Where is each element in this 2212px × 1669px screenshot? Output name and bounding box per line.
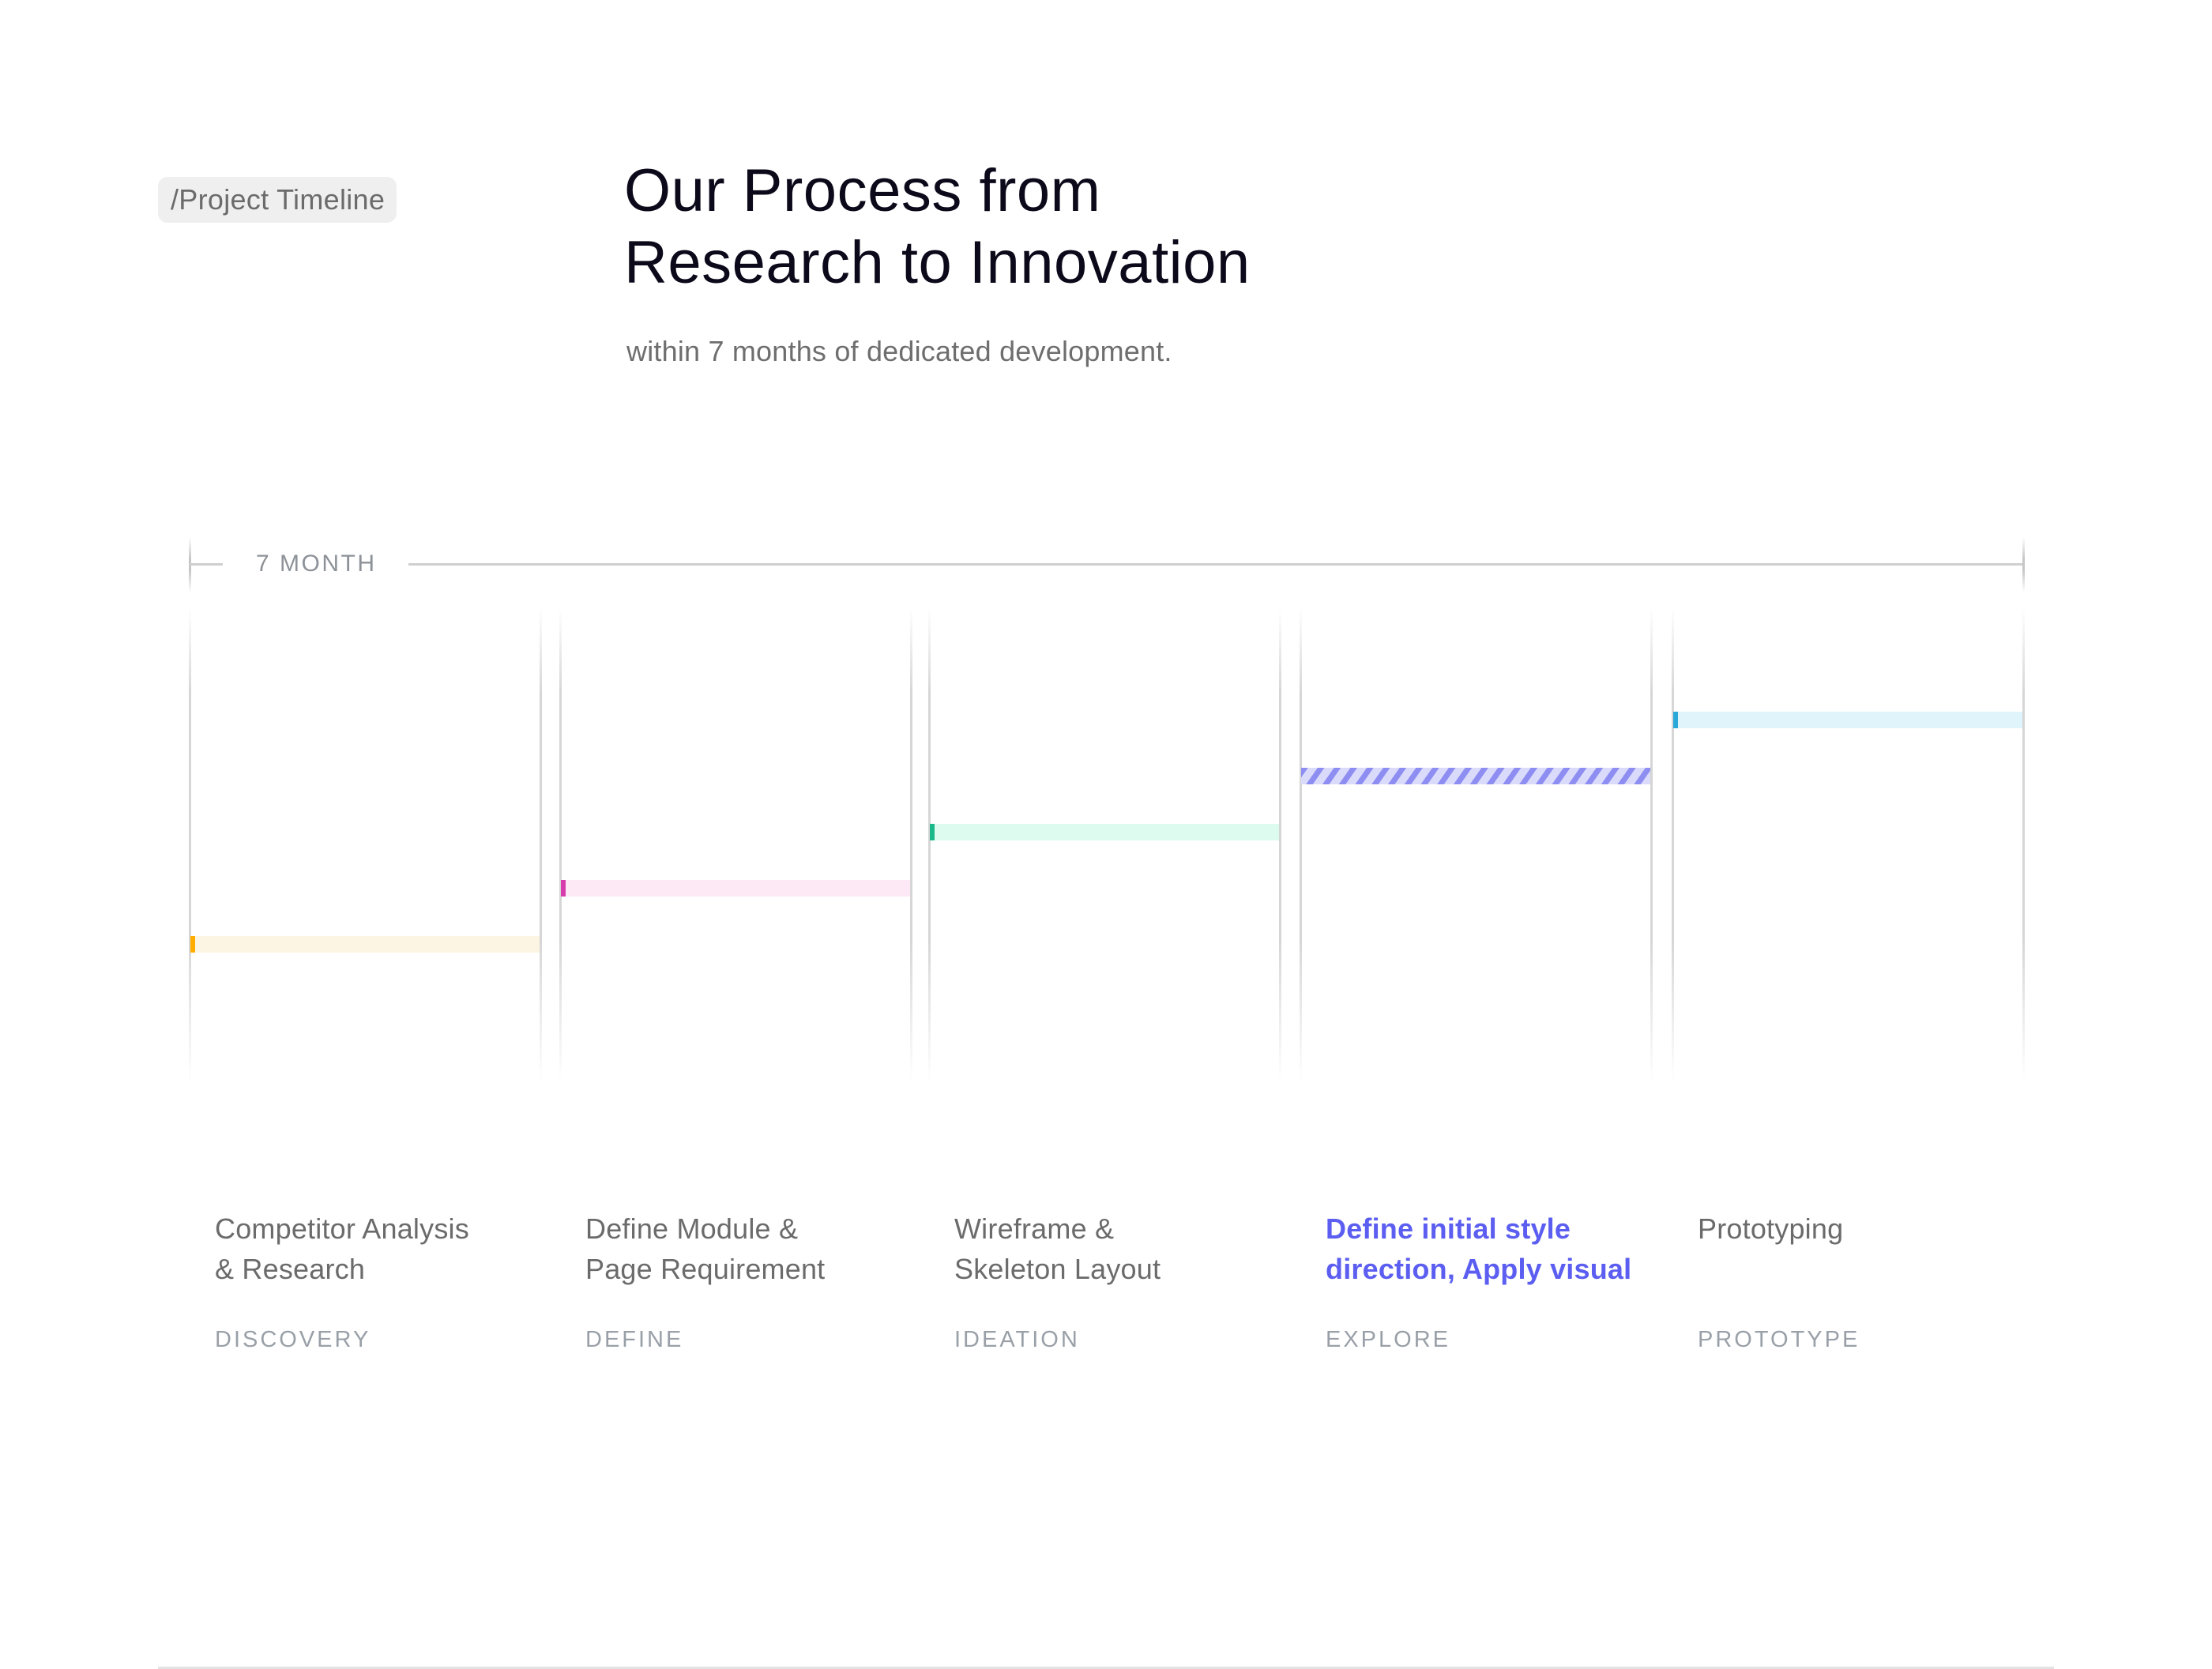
phase-bar bbox=[1673, 712, 2022, 728]
ruler-line-end bbox=[408, 563, 2023, 566]
ruler-end-tick bbox=[2022, 537, 2025, 592]
phase-bar-accent bbox=[930, 824, 935, 840]
phase-bar bbox=[190, 936, 540, 953]
column-divider-right bbox=[1279, 608, 1281, 1082]
phase-bar bbox=[930, 824, 1279, 840]
column-divider-left bbox=[1672, 608, 1674, 1082]
step-phase-label: DISCOVERY bbox=[215, 1327, 371, 1352]
step-title-line: Skeleton Layout bbox=[954, 1253, 1161, 1285]
column-divider-right bbox=[910, 608, 912, 1082]
column-divider-left bbox=[189, 608, 191, 1082]
step-title-line: Competitor Analysis bbox=[215, 1212, 469, 1245]
timeline-step: Competitor Analysis & Research DISCOVERY bbox=[215, 1209, 547, 1352]
step-title: Wireframe & Skeleton Layout bbox=[954, 1209, 1286, 1289]
duration-label: 7 MONTH bbox=[256, 551, 377, 577]
step-phase-label: IDEATION bbox=[954, 1327, 1080, 1352]
step-title-line: Prototyping bbox=[1698, 1212, 1844, 1245]
step-title-line: & Research bbox=[215, 1253, 366, 1285]
step-title-line: Define Module & bbox=[585, 1212, 799, 1245]
phase-bar-accent bbox=[190, 936, 195, 953]
column-divider-right bbox=[1650, 608, 1653, 1082]
column-divider-left bbox=[928, 608, 931, 1082]
step-title: Define initial style direction, Apply vis… bbox=[1326, 1209, 1657, 1289]
step-phase-label: PROTOTYPE bbox=[1698, 1327, 1860, 1352]
section-badge: /Project Timeline bbox=[158, 177, 397, 223]
step-phase-label: DEFINE bbox=[585, 1327, 684, 1352]
phase-bar bbox=[561, 880, 910, 897]
page-title: Our Process from Research to Innovation bbox=[624, 155, 1251, 299]
step-title-line: Page Requirement bbox=[585, 1253, 826, 1285]
timeline-step: Define Module & Page Requirement DEFINE bbox=[585, 1209, 917, 1352]
step-title-line: Wireframe & bbox=[954, 1212, 1115, 1245]
timeline-step: Prototyping PROTOTYPE bbox=[1698, 1209, 2030, 1352]
column-divider-left bbox=[1300, 608, 1302, 1082]
page-title-line-1: Our Process from bbox=[624, 157, 1101, 224]
phase-bar-accent bbox=[561, 880, 566, 897]
phase-bar-accent bbox=[1673, 712, 1678, 728]
step-title-line: direction, Apply visual bbox=[1326, 1253, 1632, 1285]
timeline-step: Define initial style direction, Apply vis… bbox=[1326, 1209, 1657, 1352]
column-divider-right bbox=[2022, 608, 2025, 1082]
step-title: Competitor Analysis & Research bbox=[215, 1209, 547, 1289]
ruler-line-start bbox=[190, 563, 223, 566]
step-phase-label: EXPLORE bbox=[1326, 1327, 1450, 1352]
step-title: Define Module & Page Requirement bbox=[585, 1209, 917, 1289]
step-title-line: Define initial style bbox=[1326, 1212, 1571, 1245]
column-divider-right bbox=[540, 608, 542, 1082]
page-subtitle: within 7 months of dedicated development… bbox=[626, 335, 1172, 367]
column-divider-left bbox=[559, 608, 562, 1082]
phase-bar bbox=[1301, 768, 1650, 784]
page-title-line-2: Research to Innovation bbox=[624, 229, 1251, 296]
step-title: Prototyping bbox=[1698, 1209, 2030, 1249]
timeline-step: Wireframe & Skeleton Layout IDEATION bbox=[954, 1209, 1286, 1352]
